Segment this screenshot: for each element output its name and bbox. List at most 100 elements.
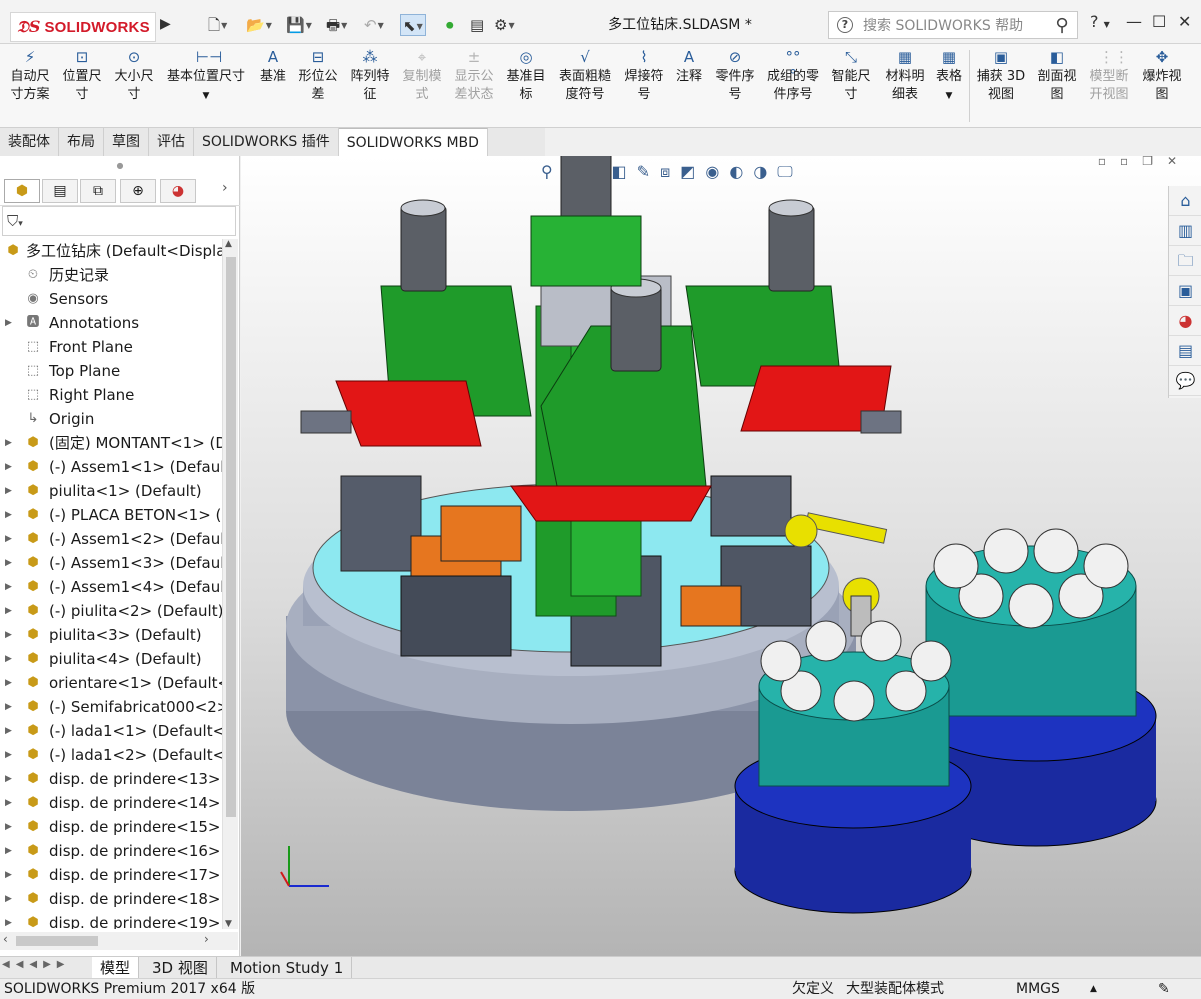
open-document-icon[interactable]: 📂▼ [246,14,272,36]
expand-arrow-icon[interactable]: ▶ [5,791,12,815]
panel-grip[interactable]: ● [0,156,240,176]
tree-item-top-plane[interactable]: ⬚ Top Plane [0,359,222,383]
ribbon-capture-3d-view[interactable]: ▣ 捕获 3D 视图 [974,48,1028,104]
ribbon-section-view[interactable]: ◧ 剖面视图 [1032,48,1082,104]
tree-item-component[interactable]: ▶ ⬢ disp. de prindere<19> [0,911,222,929]
search-input[interactable]: 搜索 SOLIDWORKS 帮助 [863,15,1047,35]
expand-arrow-icon[interactable]: ▶ [5,671,12,695]
tree-item-component[interactable]: ▶ ⬢ disp. de prindere<18> [0,887,222,911]
assembly-model[interactable] [241,156,1201,956]
undo-icon[interactable]: ↶▼ [364,14,384,36]
tree-item-sensors[interactable]: ◉ Sensors [0,287,222,311]
file-explorer-icon[interactable]: 🗀 [1169,246,1201,276]
expand-arrow-icon[interactable]: ▶ [5,527,12,551]
tab-scroll-arrows-icon[interactable]: ◀◀◀▶▶ [2,959,70,970]
ribbon-surface-finish[interactable]: √ 表面粗糙 度符号 [554,48,616,104]
tab-addins[interactable]: SOLIDWORKS 插件 [194,128,339,156]
expand-arrow-icon[interactable]: ▶ [5,839,12,863]
tree-item-component[interactable]: ▶ ⬢ (-) Assem1<1> (Default [0,455,222,479]
scroll-thumb[interactable] [226,257,236,817]
print-icon[interactable]: 🖶▼ [326,14,347,36]
expand-arrow-icon[interactable]: ▶ [5,599,12,623]
custom-properties-icon[interactable]: ▤ [1169,336,1201,366]
scroll-up-icon[interactable]: ▲ [225,239,232,249]
graphics-area[interactable]: ⚲ ⚲ ⤺ ◧ ✎ ⧈ ◩ ◉ ◐ ◑ 🖵 ▫▫❐✕ [241,156,1201,956]
ribbon-size-dimension[interactable]: ⊙ 大小尺寸 [110,48,158,104]
tree-item-component[interactable]: ▶ ⬢ (-) Semifabricat000<2> [0,695,222,719]
expand-arrow-icon[interactable]: ▶ [5,863,12,887]
more-tabs-icon[interactable]: › [222,180,228,196]
ribbon-basic-location-dimension[interactable]: ⊢⊣ 基本位置尺寸 ▼ [162,48,250,105]
tree-item-history[interactable]: ⏲ 历史记录 [0,263,222,287]
tree-item-component[interactable]: ▶ ⬢ piulita<1> (Default) [0,479,222,503]
tree-item-component[interactable]: ▶ ⬢ disp. de prindere<17> [0,863,222,887]
new-document-icon[interactable]: 🗋▼ [208,14,227,36]
ribbon-note[interactable]: A 注释 [670,48,708,86]
expand-arrow-icon[interactable]: ▶ [5,455,12,479]
tab-motion-study[interactable]: Motion Study 1 [222,957,353,979]
scroll-down-icon[interactable]: ▼ [225,919,232,929]
expand-arrow-icon[interactable]: ▶ [5,695,12,719]
unit-dropdown-icon[interactable]: ▲ [1090,979,1097,999]
expand-arrow-icon[interactable]: ▶ [5,887,12,911]
expand-arrow-icon[interactable]: ▶ [5,431,12,455]
ribbon-auto-dimension[interactable]: ⚡ 自动尺 寸方案 [6,48,54,104]
scroll-right-icon[interactable]: › [204,932,209,946]
select-cursor-icon[interactable]: ⬉▼ [400,14,426,36]
tab-3d-view[interactable]: 3D 视图 [144,957,217,979]
ribbon-exploded-view[interactable]: ✥ 爆炸视图 [1138,48,1186,104]
ribbon-datum-target[interactable]: ◎ 基准目标 [502,48,550,104]
close-icon[interactable]: ✕ [1178,12,1191,31]
ribbon-copy-scheme[interactable]: ⌖ 复制模式 [398,48,446,104]
help-search-box[interactable]: ? 搜索 SOLIDWORKS 帮助 ⚲ [828,11,1078,39]
expand-arrow-icon[interactable]: ▶ [5,551,12,575]
unit-system[interactable]: MMGS [1016,979,1060,999]
tab-sketch[interactable]: 草图 [104,128,149,156]
tree-item-component[interactable]: ▶ ⬢ disp. de prindere<14> [0,791,222,815]
display-manager-tab-icon[interactable]: ◕ [160,179,196,203]
minimize-icon[interactable]: — [1126,12,1142,31]
ribbon-stacked-balloon[interactable]: °°° 成组的零 件序号 [762,48,824,104]
ribbon-bill-of-materials[interactable]: ▦ 材料明 细表 [880,48,930,104]
tree-horizontal-scrollbar[interactable]: ‹ › [0,932,238,950]
expand-arrow-icon[interactable]: ▶ [5,719,12,743]
tree-item-component[interactable]: ▶ ⬢ (-) Assem1<2> (Default [0,527,222,551]
save-icon[interactable]: 💾▼ [286,14,312,36]
tree-item-component[interactable]: ▶ ⬢ (-) piulita<2> (Default) [0,599,222,623]
dimxpert-manager-tab-icon[interactable]: ⊕ [120,179,156,203]
tree-item-component[interactable]: ▶ ⬢ (固定) MONTANT<1> (D [0,431,222,455]
expand-arrow-icon[interactable]: ▶ [5,647,12,671]
ribbon-balloon[interactable]: ⊘ 零件序号 [710,48,760,104]
rebuild-icon[interactable]: ⏺ [446,14,454,36]
view-palette-icon[interactable]: ▣ [1169,276,1201,306]
expand-arrow-icon[interactable]: ▶ [5,815,12,839]
expand-arrow-icon[interactable]: ▶ [5,623,12,647]
tree-item-component[interactable]: ▶ ⬢ disp. de prindere<15> [0,815,222,839]
expand-arrow-icon[interactable]: ▶ [5,575,12,599]
tree-item-component[interactable]: ▶ ⬢ (-) Assem1<4> (Default [0,575,222,599]
tree-filter[interactable]: ⛉▾ [2,206,236,236]
help-menu-icon[interactable]: ? ▼ [1090,12,1110,31]
tree-item-right-plane[interactable]: ⬚ Right Plane [0,383,222,407]
tab-model[interactable]: 模型 [92,957,140,979]
tree-item-component[interactable]: ▶ ⬢ (-) lada1<1> (Default<< [0,719,222,743]
configuration-manager-tab-icon[interactable]: ⧉ [80,179,116,203]
forum-icon[interactable]: 💬 [1169,366,1201,396]
feature-manager-tab-icon[interactable]: ⬢ [4,179,40,203]
ribbon-model-break-view[interactable]: ⋮⋮ 模型断 开视图 [1084,48,1134,104]
expand-arrow-icon[interactable]: ▶ [5,911,12,929]
tree-item-component[interactable]: ▶ ⬢ piulita<4> (Default) [0,647,222,671]
home-icon[interactable]: ⌂ [1169,186,1201,216]
tab-assembly[interactable]: 装配体 [0,128,59,156]
tab-layout[interactable]: 布局 [59,128,104,156]
scroll-thumb[interactable] [16,936,98,946]
tree-item-component[interactable]: ▶ ⬢ piulita<3> (Default) [0,623,222,647]
expand-arrow-icon[interactable]: ▶ [5,767,12,791]
expand-arrow-icon[interactable]: ▶ [5,311,12,335]
expand-arrow-icon[interactable]: ▶ [5,479,12,503]
tree-item-component[interactable]: ▶ ⬢ (-) lada1<2> (Default<< [0,743,222,767]
ribbon-location-dimension[interactable]: ⊡ 位置尺寸 [58,48,106,104]
ribbon-weld-symbol[interactable]: ⌇ 焊接符号 [620,48,668,104]
tree-item-front-plane[interactable]: ⬚ Front Plane [0,335,222,359]
scroll-left-icon[interactable]: ‹ [3,932,8,946]
